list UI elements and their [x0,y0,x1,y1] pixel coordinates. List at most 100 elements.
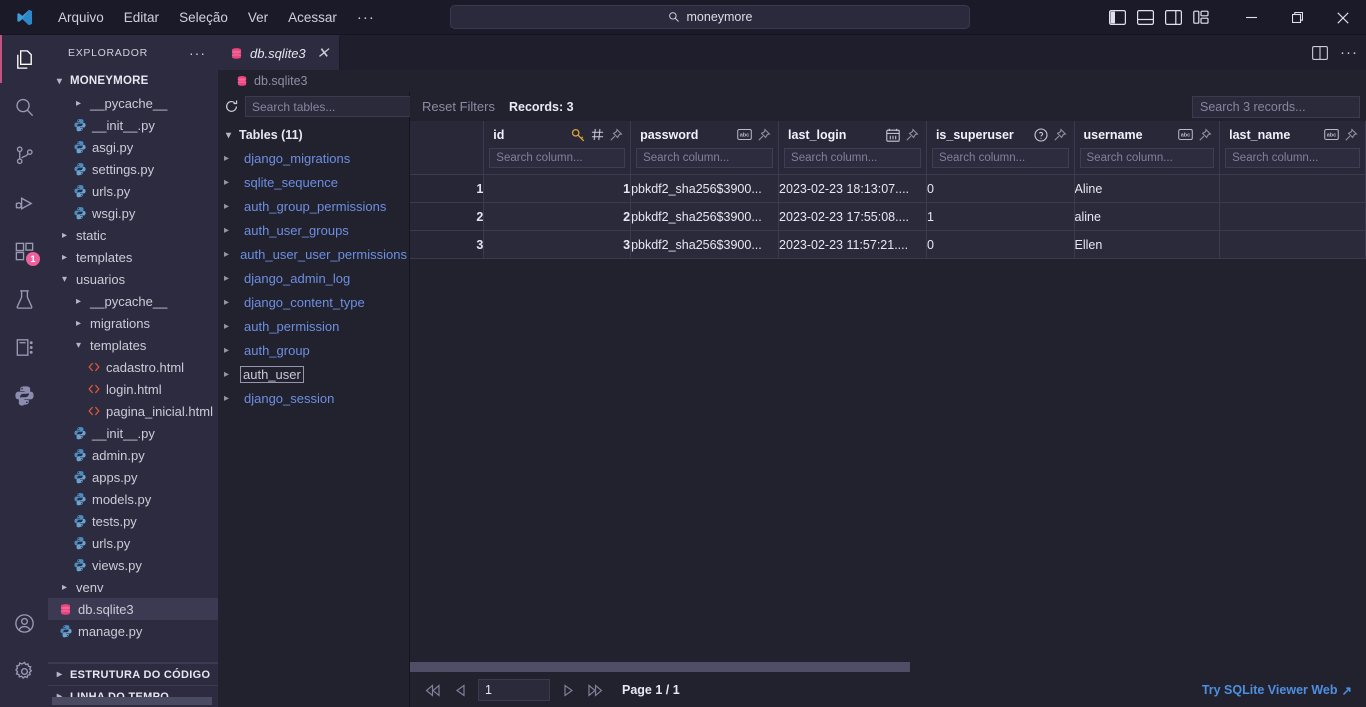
explorer-item-urls-py[interactable]: urls.py [48,180,218,202]
cell-id[interactable]: 1 [483,174,632,203]
cell-username[interactable]: Aline [1074,174,1221,203]
table-item-auth_user_groups[interactable]: ▸ auth_user_groups [218,218,409,242]
cell-id[interactable]: 3 [483,230,632,259]
column-search-input[interactable] [1225,148,1360,168]
cell-password[interactable]: pbkdf2_sha256$3900... [630,202,780,231]
cell-username[interactable]: aline [1074,202,1221,231]
cell-last_name[interactable] [1219,202,1366,231]
column-search-input[interactable] [931,148,1069,168]
explorer-file-tree[interactable]: ▸ __pycache__ __init__.py asgi.py setting… [48,92,218,662]
reset-filters-button[interactable]: Reset Filters [422,99,495,114]
column-header-last_name[interactable]: last_name abc [1219,121,1366,175]
column-header-last_login[interactable]: last_login [778,121,927,175]
explorer-item--init-py[interactable]: __init__.py [48,422,218,444]
close-icon[interactable]: ✕ [317,46,330,61]
explorer-item-migrations[interactable]: ▸ migrations [48,312,218,334]
table-row[interactable]: 2 2 pbkdf2_sha256$3900... 2023-02-23 17:55:… [410,202,1366,231]
column-search-input[interactable] [636,148,774,168]
table-item-auth_permission[interactable]: ▸ auth_permission [218,314,409,338]
menu-editar[interactable]: Editar [114,6,169,29]
table-item-sqlite_sequence[interactable]: ▸ sqlite_sequence [218,170,409,194]
explorer-item--pycache-[interactable]: ▸ __pycache__ [48,92,218,114]
column-filter[interactable] [779,148,926,172]
breadcrumb[interactable]: db.sqlite3 [218,70,1366,92]
refresh-icon[interactable] [224,96,239,118]
cell-is_superuser[interactable]: 0 [926,174,1075,203]
tables-list[interactable]: ▾ Tables (11) ▸ django_migrations ▸ sqlite_se… [218,121,409,707]
explorer-item-apps-py[interactable]: apps.py [48,466,218,488]
last-page-icon[interactable] [582,676,610,704]
records-search-input[interactable] [1192,95,1360,118]
explorer-item-wsgi-py[interactable]: wsgi.py [48,202,218,224]
activitybar-item-source-control[interactable] [0,131,48,179]
activitybar-item-accounts[interactable] [0,599,48,647]
column-header-username[interactable]: username abc [1074,121,1221,175]
column-header-icons[interactable] [1033,127,1067,142]
tables-search-input[interactable] [245,96,414,117]
column-header-icons[interactable] [571,127,623,142]
explorer-item-static[interactable]: ▸ static [48,224,218,246]
column-header-icons[interactable]: abc [1324,127,1358,142]
split-editor-icon[interactable] [1312,45,1328,60]
column-filter[interactable] [631,148,778,172]
explorer-item-pagina-inicial-html[interactable]: pagina_inicial.html [48,400,218,422]
maximize-button[interactable] [1274,0,1320,35]
panel-estrutura-do-codigo[interactable]: ▸ ESTRUTURA DO CÓDIGO [48,663,218,685]
customize-layout-icon[interactable] [1192,9,1210,27]
editor-tab-db-sqlite3[interactable]: db.sqlite3 ✕ [218,35,341,70]
more-actions-icon[interactable]: ··· [1340,44,1358,61]
try-sqlite-viewer-web-link[interactable]: Try SQLite Viewer Web ↗ [1202,683,1352,698]
table-row[interactable]: 3 3 pbkdf2_sha256$3900... 2023-02-23 11:57:… [410,230,1366,259]
command-center[interactable]: moneymore [450,5,970,29]
explorer-item-tests-py[interactable]: tests.py [48,510,218,532]
explorer-item--init-py[interactable]: __init__.py [48,114,218,136]
table-item-auth_user_user_permissions[interactable]: ▸ auth_user_user_permissions [218,242,409,266]
explorer-item-views-py[interactable]: views.py [48,554,218,576]
cell-password[interactable]: pbkdf2_sha256$3900... [630,230,780,259]
activitybar-item-notebook[interactable] [0,323,48,371]
first-page-icon[interactable] [418,676,446,704]
toggle-secondary-sidebar-icon[interactable] [1164,9,1182,27]
column-header-password[interactable]: password abc [630,121,780,175]
explorer-item-manage-py[interactable]: manage.py [48,620,218,642]
close-button[interactable] [1320,0,1366,35]
cell-is_superuser[interactable]: 0 [926,230,1075,259]
explorer-item-urls-py[interactable]: urls.py [48,532,218,554]
explorer-item-venv[interactable]: ▸ venv [48,576,218,598]
sidebar-horizontal-scrollbar-thumb[interactable] [52,697,212,705]
cell-is_superuser[interactable]: 1 [926,202,1075,231]
table-row[interactable]: 1 1 pbkdf2_sha256$3900... 2023-02-23 18:13:… [410,174,1366,203]
table-item-auth_group[interactable]: ▸ auth_group [218,338,409,362]
minimize-button[interactable] [1228,0,1274,35]
cell-password[interactable]: pbkdf2_sha256$3900... [630,174,780,203]
explorer-item-db-sqlite3[interactable]: db.sqlite3 [48,598,218,620]
grid-scroll-area[interactable]: id password abc last_login is_superuser usern… [410,121,1366,661]
menu-overflow-button[interactable]: ··· [347,7,385,28]
tables-group-header[interactable]: ▾ Tables (11) [218,124,409,146]
menu-ver[interactable]: Ver [238,6,278,29]
table-item-django_admin_log[interactable]: ▸ django_admin_log [218,266,409,290]
table-item-django_session[interactable]: ▸ django_session [218,386,409,410]
cell-last_login[interactable]: 2023-02-23 18:13:07.... [778,174,927,203]
toggle-primary-sidebar-icon[interactable] [1108,9,1126,27]
column-filter[interactable] [927,148,1074,172]
cell-last_login[interactable]: 2023-02-23 11:57:21.... [778,230,927,259]
horizontal-scrollbar-thumb[interactable] [410,662,910,672]
column-search-input[interactable] [489,148,626,168]
cell-last_login[interactable]: 2023-02-23 17:55:08.... [778,202,927,231]
cell-username[interactable]: Ellen [1074,230,1221,259]
explorer-item-templates[interactable]: ▾ templates [48,334,218,356]
table-item-django_content_type[interactable]: ▸ django_content_type [218,290,409,314]
explorer-item-cadastro-html[interactable]: cadastro.html [48,356,218,378]
explorer-item-templates[interactable]: ▸ templates [48,246,218,268]
table-item-auth_user[interactable]: ▸ auth_user [218,362,409,386]
page-number-input[interactable] [478,679,550,701]
column-header-icons[interactable] [886,127,919,142]
explorer-root-folder[interactable]: ▾ MONEYMORE [48,70,218,92]
prev-page-icon[interactable] [446,676,474,704]
column-header-is_superuser[interactable]: is_superuser [926,121,1075,175]
activitybar-item-testing[interactable] [0,275,48,323]
column-filter[interactable] [1220,148,1365,172]
menu-arquivo[interactable]: Arquivo [48,6,114,29]
activitybar-item-extensions[interactable]: 1 [0,227,48,275]
